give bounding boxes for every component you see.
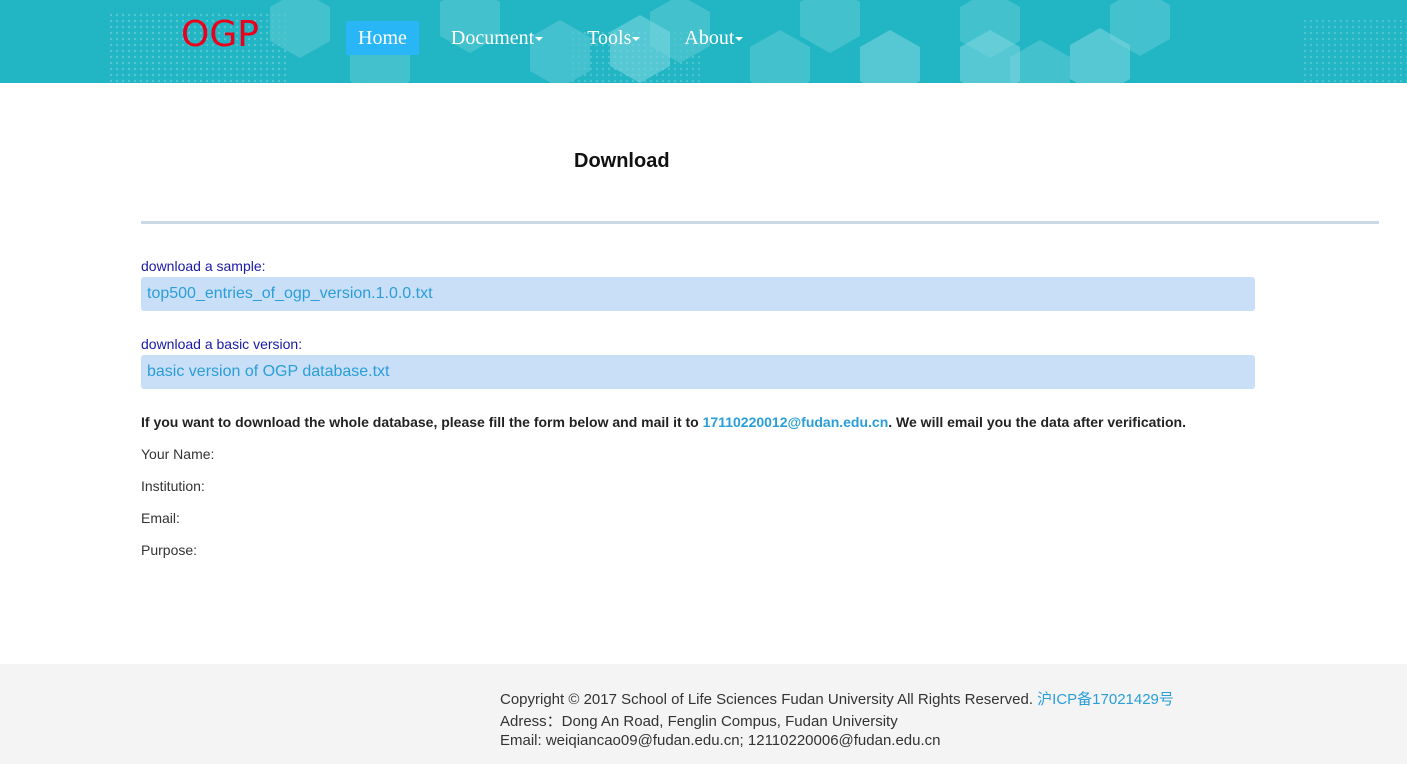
- nav-document-label: Document: [450, 27, 535, 49]
- caret-down-icon: [535, 37, 544, 42]
- footer-copyright: Copyright © 2017 School of Life Sciences…: [500, 688, 1174, 709]
- form-label-email: Email:: [141, 510, 180, 526]
- info-text-after: . We will email you the data after verif…: [888, 414, 1186, 430]
- site-logo[interactable]: OGP: [181, 13, 259, 57]
- nav-home-label: Home: [358, 27, 407, 49]
- copyright-text: Copyright © 2017 School of Life Sciences…: [500, 691, 1038, 708]
- nav-tools[interactable]: Tools: [575, 21, 652, 55]
- form-label-purpose: Purpose:: [141, 542, 198, 558]
- basic-download-link[interactable]: basic version of OGP database.txt: [147, 363, 390, 380]
- site-header: OGP Home Document Tools About: [0, 0, 1407, 83]
- icp-link[interactable]: 沪ICP备17021429号: [1037, 691, 1174, 708]
- nav-document[interactable]: Document: [439, 21, 555, 55]
- nav-about[interactable]: About: [672, 21, 755, 55]
- site-footer: Copyright © 2017 School of Life Sciences…: [0, 664, 1407, 764]
- basic-version-label: download a basic version:: [141, 336, 303, 352]
- sample-download-link[interactable]: top500_entries_of_ogp_version.1.0.0.txt: [147, 285, 433, 302]
- main-nav: Home Document Tools About: [346, 21, 755, 55]
- info-text-before: If you want to download the whole databa…: [141, 414, 703, 430]
- caret-down-icon: [735, 37, 744, 42]
- nav-home[interactable]: Home: [346, 21, 419, 55]
- footer-address: Adress：Dong An Road, Fenglin Compus, Fud…: [500, 713, 898, 730]
- footer-email: Email: weiqiancao09@fudan.edu.cn; 121102…: [500, 732, 941, 749]
- full-database-info: If you want to download the whole databa…: [141, 414, 1186, 430]
- contact-email-link[interactable]: 17110220012@fudan.edu.cn: [703, 414, 889, 430]
- basic-download-box: basic version of OGP database.txt: [141, 355, 1255, 389]
- caret-down-icon: [632, 37, 641, 42]
- form-label-institution: Institution:: [141, 478, 205, 494]
- sample-download-box: top500_entries_of_ogp_version.1.0.0.txt: [141, 277, 1255, 311]
- title-divider: [141, 221, 1379, 224]
- nav-tools-label: Tools: [587, 27, 632, 49]
- page-title: Download: [574, 150, 670, 172]
- nav-about-label: About: [684, 27, 735, 49]
- form-label-name: Your Name:: [141, 446, 215, 462]
- sample-label: download a sample:: [141, 258, 266, 274]
